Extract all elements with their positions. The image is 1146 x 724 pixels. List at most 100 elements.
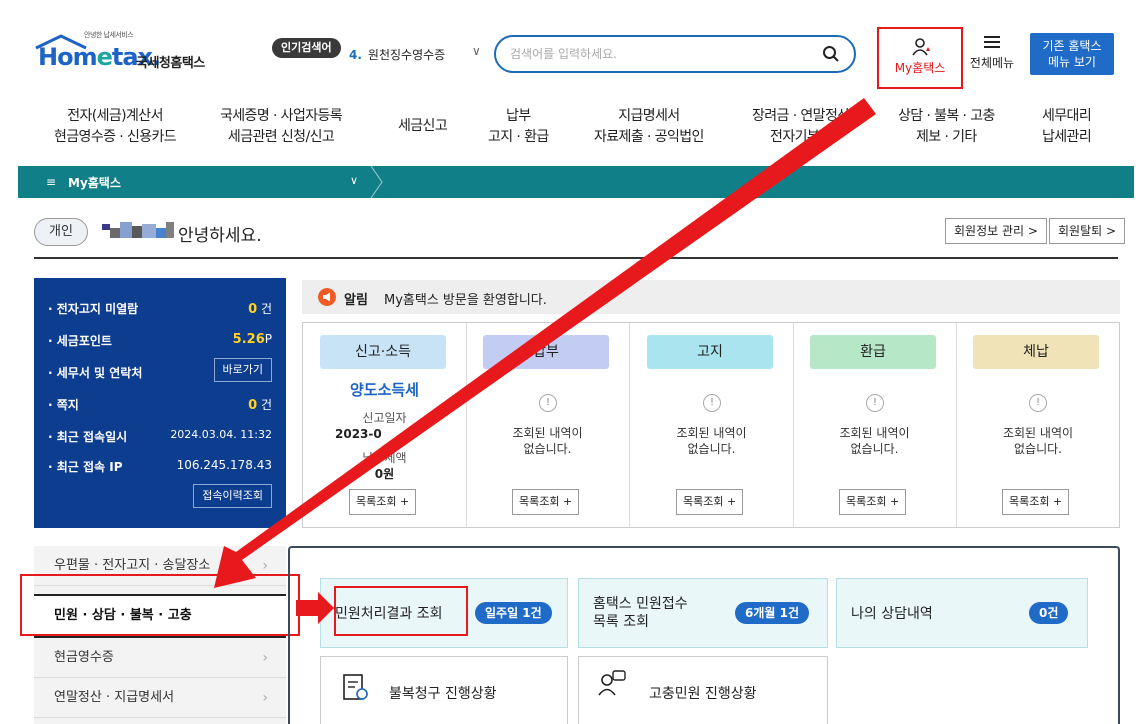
- card-label: 불복청구 진행상황: [389, 686, 497, 702]
- highlight-box: [20, 574, 300, 636]
- chevron-down-icon[interactable]: ∨: [350, 174, 358, 187]
- popular-search-item[interactable]: 4. 원천징수영수증: [349, 46, 445, 63]
- popular-search-badge: 인기검색어: [272, 38, 341, 58]
- hamburger-icon: [984, 36, 1000, 48]
- info-label: · 최근 접속 IP: [48, 460, 123, 474]
- my-hometax-label: My홈택스: [894, 61, 946, 75]
- tax-col-payment: 납부 ! 조회된 내역이 없습니다. 목록조회 +: [466, 323, 630, 527]
- nav-item-statements[interactable]: 지급명세서 자료제출 · 공익법인: [594, 106, 704, 148]
- main-nav: 전자(세금)계산서 현금영수증 · 신용카드 국세증명 · 사업자등록 세금관련 신…: [34, 106, 1124, 156]
- tab-payment[interactable]: 납부: [483, 335, 609, 369]
- nav-item-tax-agent[interactable]: 세무대리 납세관리: [1042, 106, 1092, 148]
- all-menu-button[interactable]: 전체메뉴: [964, 36, 1020, 71]
- list-view-button[interactable]: 목록조회 +: [839, 489, 907, 515]
- greeting-text: 안녕하세요.: [178, 226, 262, 246]
- info-label: · 세무서 및 연락처: [48, 366, 143, 380]
- withdraw-button[interactable]: 회원탈퇴 >: [1049, 218, 1126, 244]
- info-value: 0 건: [248, 398, 272, 413]
- chevron-down-icon[interactable]: ∨: [472, 44, 481, 58]
- nav-item-consult[interactable]: 상담 · 불복 · 고충 제보 · 기타: [898, 106, 995, 148]
- my-hometax-bar-title[interactable]: My홈택스: [68, 174, 121, 191]
- chevron-right-icon: ›: [262, 690, 268, 706]
- info-label: · 쪽지: [48, 398, 79, 412]
- info-label: · 전자고지 미열람: [48, 302, 139, 316]
- info-icon: !: [703, 394, 721, 412]
- chat-person-icon: [598, 670, 626, 696]
- card-hometax-civil[interactable]: 홈택스 민원접수 목록 조회 6개월 1건: [578, 578, 828, 648]
- old-menu-line2: 메뉴 보기: [1048, 55, 1096, 69]
- info-label: · 세금포인트: [48, 334, 112, 348]
- card-label: 나의 상담내역: [851, 606, 933, 622]
- tab-arrears[interactable]: 체납: [973, 335, 1099, 369]
- breadcrumb-separator-icon: [370, 166, 383, 198]
- info-label: · 최근 접속일시: [48, 430, 128, 444]
- info-icon: !: [539, 394, 557, 412]
- tab-filing[interactable]: 신고·소득: [320, 335, 446, 369]
- search-icon[interactable]: [822, 45, 840, 63]
- no-data-text: 조회된 내역이 없습니다.: [676, 426, 747, 456]
- user-icon: [912, 38, 930, 56]
- all-menu-label: 전체메뉴: [969, 56, 1015, 70]
- tax-headline[interactable]: 양도소득세: [303, 379, 466, 400]
- nav-item-einvoice[interactable]: 전자(세금)계산서 현금영수증 · 신용카드: [54, 106, 177, 148]
- shortcut-button[interactable]: 바로가기: [213, 358, 272, 382]
- logo-korean: 국세청홈택스: [136, 56, 205, 71]
- divider: [34, 257, 1118, 259]
- filing-date-value: 2023-0: [335, 427, 382, 441]
- list-view-button[interactable]: 목록조회 +: [512, 489, 580, 515]
- my-hometax-bar: ≡ My홈택스 ∨: [18, 166, 1134, 198]
- old-menu-line1: 기존 홈택스: [1042, 39, 1102, 53]
- count-badge: 일주일 1건: [475, 602, 552, 624]
- tax-col-filing: 신고·소득 양도소득세 신고일자 2023-0 납부세액 0원 목록조회 +: [303, 323, 467, 527]
- side-item-yearend[interactable]: 연말정산 · 지급명세서 ›: [34, 678, 286, 718]
- chevron-right-icon: ›: [262, 650, 268, 666]
- tax-summary-grid: 신고·소득 양도소득세 신고일자 2023-0 납부세액 0원 목록조회 + 납…: [302, 322, 1120, 528]
- tax-col-arrears: 체납 ! 조회된 내역이 없습니다. 목록조회 +: [956, 323, 1120, 527]
- info-value: 106.245.178.43: [176, 458, 272, 472]
- info-value: 0 건: [248, 302, 272, 317]
- tax-col-notice: 고지 ! 조회된 내역이 없습니다. 목록조회 +: [630, 323, 794, 527]
- notice-tag: 알림: [344, 293, 368, 308]
- hometax-logo[interactable]: 안녕한 납세서비스 Hometax. 국세청홈택스: [34, 30, 234, 74]
- info-value: 2024.03.04. 11:32: [170, 428, 272, 441]
- nav-item-certificate[interactable]: 국세증명 · 사업자등록 세금관련 신청/신고: [220, 106, 343, 148]
- tax-amount-label: 납부세액: [362, 451, 407, 465]
- search-box: [494, 35, 856, 73]
- card-label: 고충민원 진행상황: [649, 686, 757, 702]
- highlight-box: [334, 586, 468, 636]
- card-appeal-status[interactable]: 불복청구 진행상황: [320, 656, 568, 724]
- old-menu-button[interactable]: 기존 홈택스 메뉴 보기: [1030, 33, 1114, 75]
- count-badge: 6개월 1건: [735, 602, 809, 624]
- list-view-button[interactable]: 목록조회 +: [676, 489, 744, 515]
- list-view-button[interactable]: 목록조회 +: [349, 489, 417, 515]
- my-hometax-button[interactable]: My홈택스: [877, 27, 963, 89]
- search-input[interactable]: [510, 45, 810, 63]
- no-data-text: 조회된 내역이 없습니다.: [1002, 426, 1074, 456]
- tax-amount-value: 0원: [374, 467, 395, 481]
- info-icon: !: [866, 394, 884, 412]
- card-grievance-status[interactable]: 고충민원 진행상황: [578, 656, 828, 724]
- login-history-button[interactable]: 접속이력조회: [193, 484, 272, 508]
- tab-refund[interactable]: 환급: [810, 335, 936, 369]
- side-item-receipt[interactable]: 현금영수증 ›: [34, 638, 286, 678]
- nav-item-payment[interactable]: 납부 고지 · 환급: [488, 106, 549, 148]
- card-my-consult[interactable]: 나의 상담내역 0건: [836, 578, 1088, 648]
- no-data-text: 조회된 내역이 없습니다.: [512, 426, 583, 456]
- notice-bar: 알림 My홈택스 방문을 환영합니다.: [302, 280, 1120, 314]
- menu-icon[interactable]: ≡: [46, 175, 56, 189]
- megaphone-icon: [318, 288, 336, 306]
- nav-item-incentives[interactable]: 장려금 · 연말정산 전자기부금: [752, 106, 850, 148]
- tab-notice[interactable]: 고지: [647, 335, 773, 369]
- user-type-badge: 개인: [34, 218, 88, 246]
- logo-tagline: 안녕한 납세서비스: [84, 31, 134, 39]
- list-view-button[interactable]: 목록조회 +: [1002, 489, 1070, 515]
- nav-item-tax-filing[interactable]: 세금신고: [398, 116, 448, 137]
- blurred-user-name: [102, 222, 174, 238]
- filing-date-label: 신고일자: [362, 411, 407, 425]
- no-data-text: 조회된 내역이 없습니다.: [839, 426, 910, 456]
- member-info-button[interactable]: 회원정보 관리 >: [945, 218, 1047, 244]
- count-badge: 0건: [1029, 602, 1069, 624]
- info-value: 5.26P: [232, 332, 272, 347]
- notice-message: My홈택스 방문을 환영합니다.: [384, 293, 547, 308]
- tax-col-refund: 환급 ! 조회된 내역이 없습니다. 목록조회 +: [793, 323, 957, 527]
